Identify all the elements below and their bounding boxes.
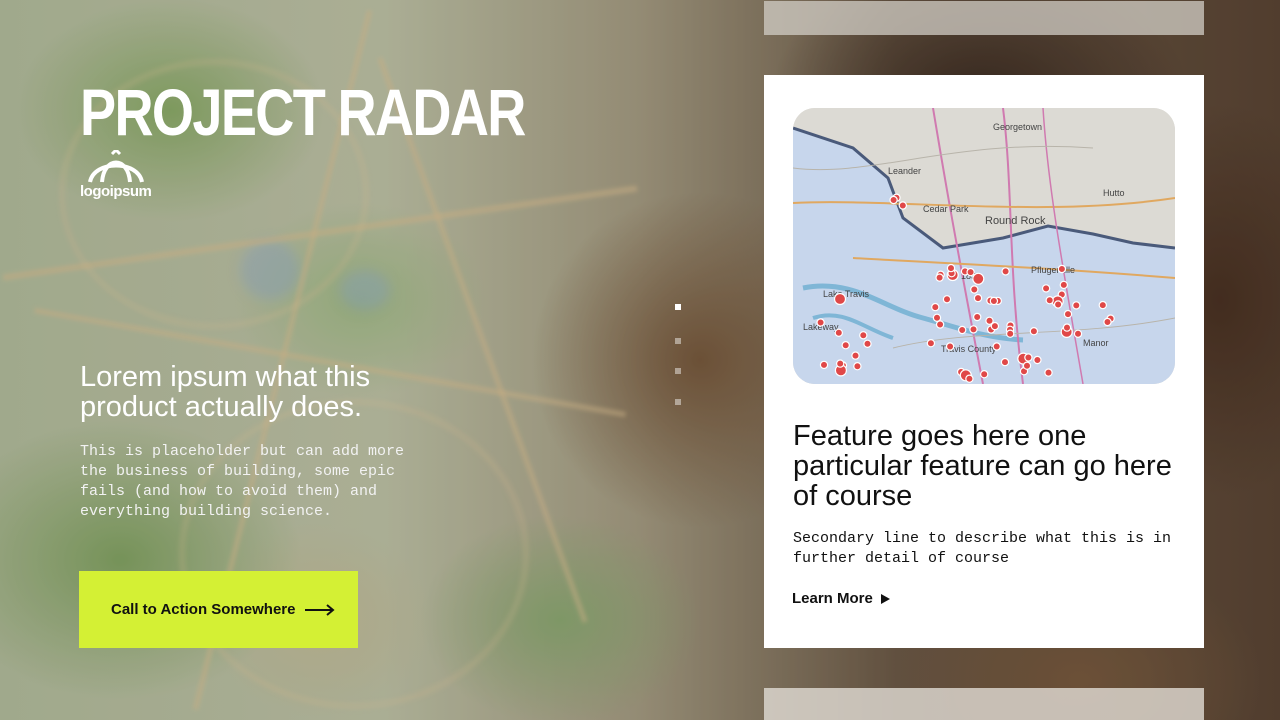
learn-more-link[interactable]: Learn More (792, 590, 890, 607)
logo[interactable]: logoipsum (80, 150, 152, 204)
map-marker (1005, 329, 1015, 338)
map-marker (979, 370, 989, 379)
map-marker (1072, 301, 1081, 310)
map-marker (969, 325, 978, 334)
map-marker (1103, 317, 1112, 327)
map-marker (834, 328, 844, 337)
map-label: Georgetown (993, 122, 1042, 132)
map-marker (966, 267, 975, 277)
map-marker (935, 273, 944, 282)
cta-label: Call to Action Somewhere (111, 601, 296, 618)
map-marker (972, 312, 982, 322)
map-marker (1000, 357, 1010, 367)
play-triangle-icon (880, 593, 890, 604)
map-marker (1045, 295, 1054, 305)
map-marker (859, 331, 868, 340)
map-label: Round Rock (985, 215, 1046, 227)
learn-more-label: Learn More (792, 590, 873, 607)
map-marker (972, 272, 985, 285)
feature-map-image: Georgetown Leander Cedar Park Round Rock Hut… (793, 108, 1175, 384)
carousel-dot-3[interactable] (675, 368, 681, 374)
map-marker (970, 285, 979, 294)
carousel-dot-1[interactable] (675, 304, 681, 310)
map-marker (992, 342, 1001, 351)
map-marker (1022, 361, 1032, 370)
map-marker (1073, 329, 1083, 338)
map-illustration: Georgetown Leander Cedar Park Round Rock Hut… (793, 108, 1175, 384)
map-marker (1029, 326, 1039, 336)
map-marker (1044, 368, 1053, 377)
map-marker (973, 293, 983, 303)
map-marker (942, 295, 952, 304)
map-marker (1063, 309, 1073, 319)
map-label: Manor (1083, 338, 1109, 348)
map-marker (841, 340, 850, 350)
hero-description: This is placeholder but can add more the… (80, 443, 405, 520)
feature-subtitle: Secondary line to describe what this is … (793, 530, 1172, 567)
map-marker (931, 302, 940, 312)
map-marker (945, 342, 955, 351)
project-title: PROJECT RADAR (80, 75, 526, 149)
map-marker (965, 374, 974, 383)
map-marker (946, 263, 956, 273)
map-marker (985, 316, 994, 325)
map-marker (1062, 323, 1072, 332)
map-marker (932, 313, 942, 322)
logo-text: logoipsum (80, 183, 152, 200)
map-marker (816, 318, 825, 327)
map-marker (1041, 284, 1051, 293)
map-marker (853, 362, 862, 371)
map-marker (957, 325, 967, 335)
feature-title: Feature goes here one particular feature… (793, 420, 1172, 512)
carousel-prev-card-peek[interactable] (764, 1, 1204, 35)
map-marker (851, 351, 860, 360)
map-marker (935, 320, 945, 329)
carousel-dot-2[interactable] (675, 338, 681, 344)
map-marker (836, 359, 845, 368)
map-marker (926, 338, 936, 348)
map-marker (1033, 355, 1042, 365)
map-marker (889, 195, 898, 205)
map-marker (1059, 280, 1068, 290)
map-marker (1098, 300, 1107, 310)
cta-button[interactable]: Call to Action Somewhere (79, 571, 358, 648)
feature-card: Georgetown Leander Cedar Park Round Rock Hut… (764, 75, 1204, 648)
map-marker (1001, 267, 1010, 276)
hero-headline: Lorem ipsum what this product actually d… (80, 361, 371, 423)
map-marker (1024, 353, 1033, 362)
logo-arch-icon (88, 150, 144, 183)
map-label: Cedar Park (923, 204, 969, 214)
map-label: Leander (888, 166, 921, 176)
map-label: Lake Travis (823, 289, 870, 299)
carousel-pagination (675, 304, 683, 405)
map-marker (833, 292, 847, 306)
map-marker (989, 296, 999, 306)
map-label: Hutto (1103, 188, 1125, 198)
map-marker (863, 339, 872, 348)
map-marker (819, 360, 829, 370)
carousel-next-card-peek[interactable] (764, 688, 1204, 720)
arrow-right-icon (305, 603, 336, 616)
map-marker (1057, 264, 1067, 274)
map-marker (1053, 300, 1063, 309)
map-marker (898, 201, 908, 210)
map-label: Pflugerville (1031, 265, 1075, 275)
carousel-dot-4[interactable] (675, 399, 681, 405)
